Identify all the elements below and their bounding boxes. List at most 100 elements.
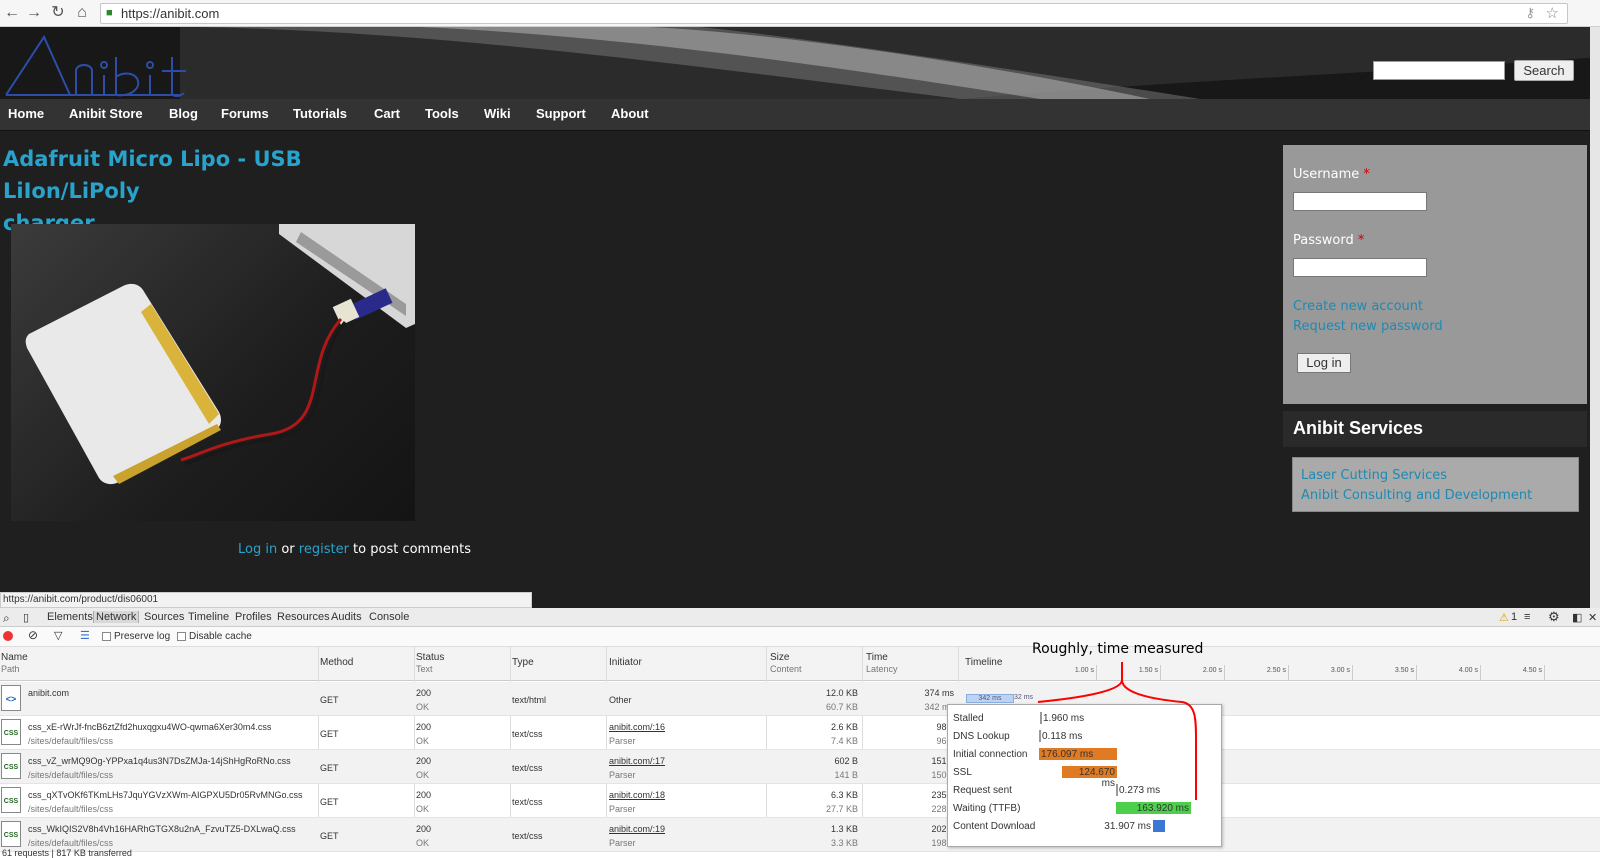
request-name[interactable]: css_WkIQIS2V8h4Vh16HARhGTGX8u2nA_FzvuTZ5…: [28, 824, 296, 834]
request-password-link[interactable]: Request new password: [1293, 319, 1443, 334]
search-button[interactable]: Search: [1514, 60, 1574, 81]
preserve-log-checkbox[interactable]: [102, 632, 111, 641]
large-rows-icon[interactable]: ☰: [80, 629, 90, 642]
request-time: 235 n: [931, 790, 954, 800]
nav-wiki[interactable]: Wiki: [484, 106, 511, 121]
request-latency: 198 n: [931, 838, 954, 848]
col-type[interactable]: Type: [512, 657, 534, 668]
col-initiator[interactable]: Initiator: [609, 657, 642, 668]
back-icon[interactable]: ←: [2, 3, 22, 23]
table-row[interactable]: CSS css_vZ_wrMQ9Og-YPPxa1q4us3N7DsZMJa-14…: [0, 750, 1600, 784]
col-status-text: Text: [416, 664, 433, 674]
address-bar[interactable]: ■ https://anibit.com ⚷ ☆: [100, 3, 1568, 24]
reload-icon[interactable]: ↻: [48, 3, 68, 23]
console-drawer-icon[interactable]: ≡: [1524, 611, 1530, 623]
request-name[interactable]: anibit.com: [28, 688, 69, 698]
status-bar-url: https://anibit.com/product/dis06001: [0, 592, 532, 608]
forward-icon[interactable]: →: [24, 3, 44, 23]
network-table-header: Name Path Method Status Text Type Initia…: [0, 647, 1600, 681]
tab-elements[interactable]: Elements: [47, 611, 93, 623]
request-status-text: OK: [416, 702, 430, 712]
password-field[interactable]: [1293, 258, 1427, 277]
tab-timeline[interactable]: Timeline: [188, 611, 229, 623]
request-name[interactable]: css_vZ_wrMQ9Og-YPPxa1q4us3N7DsZMJa-14jSh…: [28, 756, 291, 766]
home-icon[interactable]: ⌂: [72, 3, 92, 23]
url-text: https://anibit.com: [121, 6, 220, 21]
register-link[interactable]: register: [299, 542, 349, 557]
nav-support[interactable]: Support: [536, 106, 586, 121]
request-summary: 61 requests | 817 KB transferred: [2, 848, 132, 858]
close-icon[interactable]: ✕: [1588, 611, 1597, 624]
col-latency: Latency: [866, 664, 898, 674]
timeline-bar[interactable]: 342 ms: [966, 694, 1014, 703]
dock-icon[interactable]: ◧: [1572, 611, 1582, 624]
inspect-icon[interactable]: ⌕: [3, 611, 10, 626]
table-row[interactable]: CSS css_xE-rWrJf-fncB6ztZfd2huxqgxu4WO-qw…: [0, 716, 1600, 750]
page-title-line: Adafruit Micro Lipo - USB LiIon/LiPoly: [3, 147, 302, 203]
col-size[interactable]: Size: [770, 652, 789, 663]
nav-home[interactable]: Home: [8, 106, 44, 121]
request-status: 200: [416, 688, 432, 698]
col-time[interactable]: Time: [866, 652, 888, 663]
warning-icon[interactable]: ⚠: [1499, 611, 1509, 624]
col-timeline[interactable]: Timeline: [965, 657, 1002, 668]
request-initiator[interactable]: anibit.com/:16: [609, 722, 665, 732]
record-icon[interactable]: [3, 631, 13, 641]
request-initiator[interactable]: anibit.com/:17: [609, 756, 665, 766]
request-latency: 228 n: [931, 804, 954, 814]
tab-console[interactable]: Console: [369, 611, 409, 623]
tab-profiles[interactable]: Profiles: [235, 611, 272, 623]
create-account-link[interactable]: Create new account: [1293, 299, 1423, 314]
clear-icon[interactable]: ⊘: [28, 628, 38, 642]
request-latency: 150 n: [931, 770, 954, 780]
login-link[interactable]: Log in: [238, 542, 277, 557]
request-status: 200: [416, 722, 432, 732]
request-path: /sites/default/files/css: [28, 736, 114, 746]
nav-anibit-store[interactable]: Anibit Store: [69, 106, 143, 121]
request-initiator[interactable]: Other: [609, 695, 632, 705]
service-link-laser-cutting[interactable]: Laser Cutting Services: [1301, 468, 1447, 483]
nav-forums[interactable]: Forums: [221, 106, 269, 121]
tab-audits[interactable]: Audits: [331, 611, 362, 623]
request-status: 200: [416, 824, 432, 834]
table-row[interactable]: CSS css_WkIQIS2V8h4Vh16HARhGTGX8u2nA_Fzvu…: [0, 818, 1600, 852]
nav-tutorials[interactable]: Tutorials: [293, 106, 347, 121]
login-button[interactable]: Log in: [1297, 353, 1351, 373]
page-scrollbar[interactable]: [1590, 27, 1600, 608]
request-initiator[interactable]: anibit.com/:19: [609, 824, 665, 834]
nav-about[interactable]: About: [611, 106, 649, 121]
key-icon[interactable]: ⚷: [1525, 5, 1535, 21]
settings-gear-icon[interactable]: ⚙: [1548, 609, 1560, 625]
request-name[interactable]: css_qXTvOKf6TKmLHs7JquYGVzXWm-AIGPXU5Dr0…: [28, 790, 303, 800]
username-field[interactable]: [1293, 192, 1427, 211]
request-latency: 342 ms: [924, 702, 954, 712]
filter-icon[interactable]: ▽: [54, 629, 62, 642]
table-row[interactable]: <> anibit.com GET 200 OK text/html Other 12.0 K…: [0, 682, 1600, 716]
nav-cart[interactable]: Cart: [374, 106, 400, 121]
service-link-consulting[interactable]: Anibit Consulting and Development: [1301, 488, 1532, 503]
nav-blog[interactable]: Blog: [169, 106, 198, 121]
table-row[interactable]: CSS css_qXTvOKf6TKmLHs7JquYGVzXWm-AIGPXU5…: [0, 784, 1600, 818]
request-status-text: OK: [416, 838, 430, 848]
warning-count[interactable]: 1: [1511, 611, 1517, 623]
tab-resources[interactable]: Resources: [277, 611, 330, 623]
lipo-charger-photo: [25, 224, 415, 485]
request-name[interactable]: css_xE-rWrJf-fncB6ztZfd2huxqgxu4WO-qwma6…: [28, 722, 271, 732]
device-mode-icon[interactable]: ▯: [23, 611, 29, 624]
timeline-gridline: [1352, 665, 1353, 681]
col-method[interactable]: Method: [320, 657, 353, 668]
tab-sources[interactable]: Sources: [144, 611, 184, 623]
timeline-tick-label: 3.00 s: [1330, 667, 1350, 674]
anibit-logo[interactable]: [0, 27, 200, 99]
request-initiator[interactable]: anibit.com/:18: [609, 790, 665, 800]
tab-network[interactable]: Network: [93, 611, 140, 623]
col-name[interactable]: Name: [1, 652, 28, 663]
col-status[interactable]: Status: [416, 652, 444, 663]
password-label: Password *: [1293, 233, 1364, 248]
request-latency: 96 n: [936, 736, 954, 746]
file-type-icon: CSS: [1, 787, 21, 813]
bookmark-star-icon[interactable]: ☆: [1546, 4, 1559, 22]
nav-tools[interactable]: Tools: [425, 106, 459, 121]
site-search-input[interactable]: [1373, 61, 1505, 80]
disable-cache-checkbox[interactable]: [177, 632, 186, 641]
